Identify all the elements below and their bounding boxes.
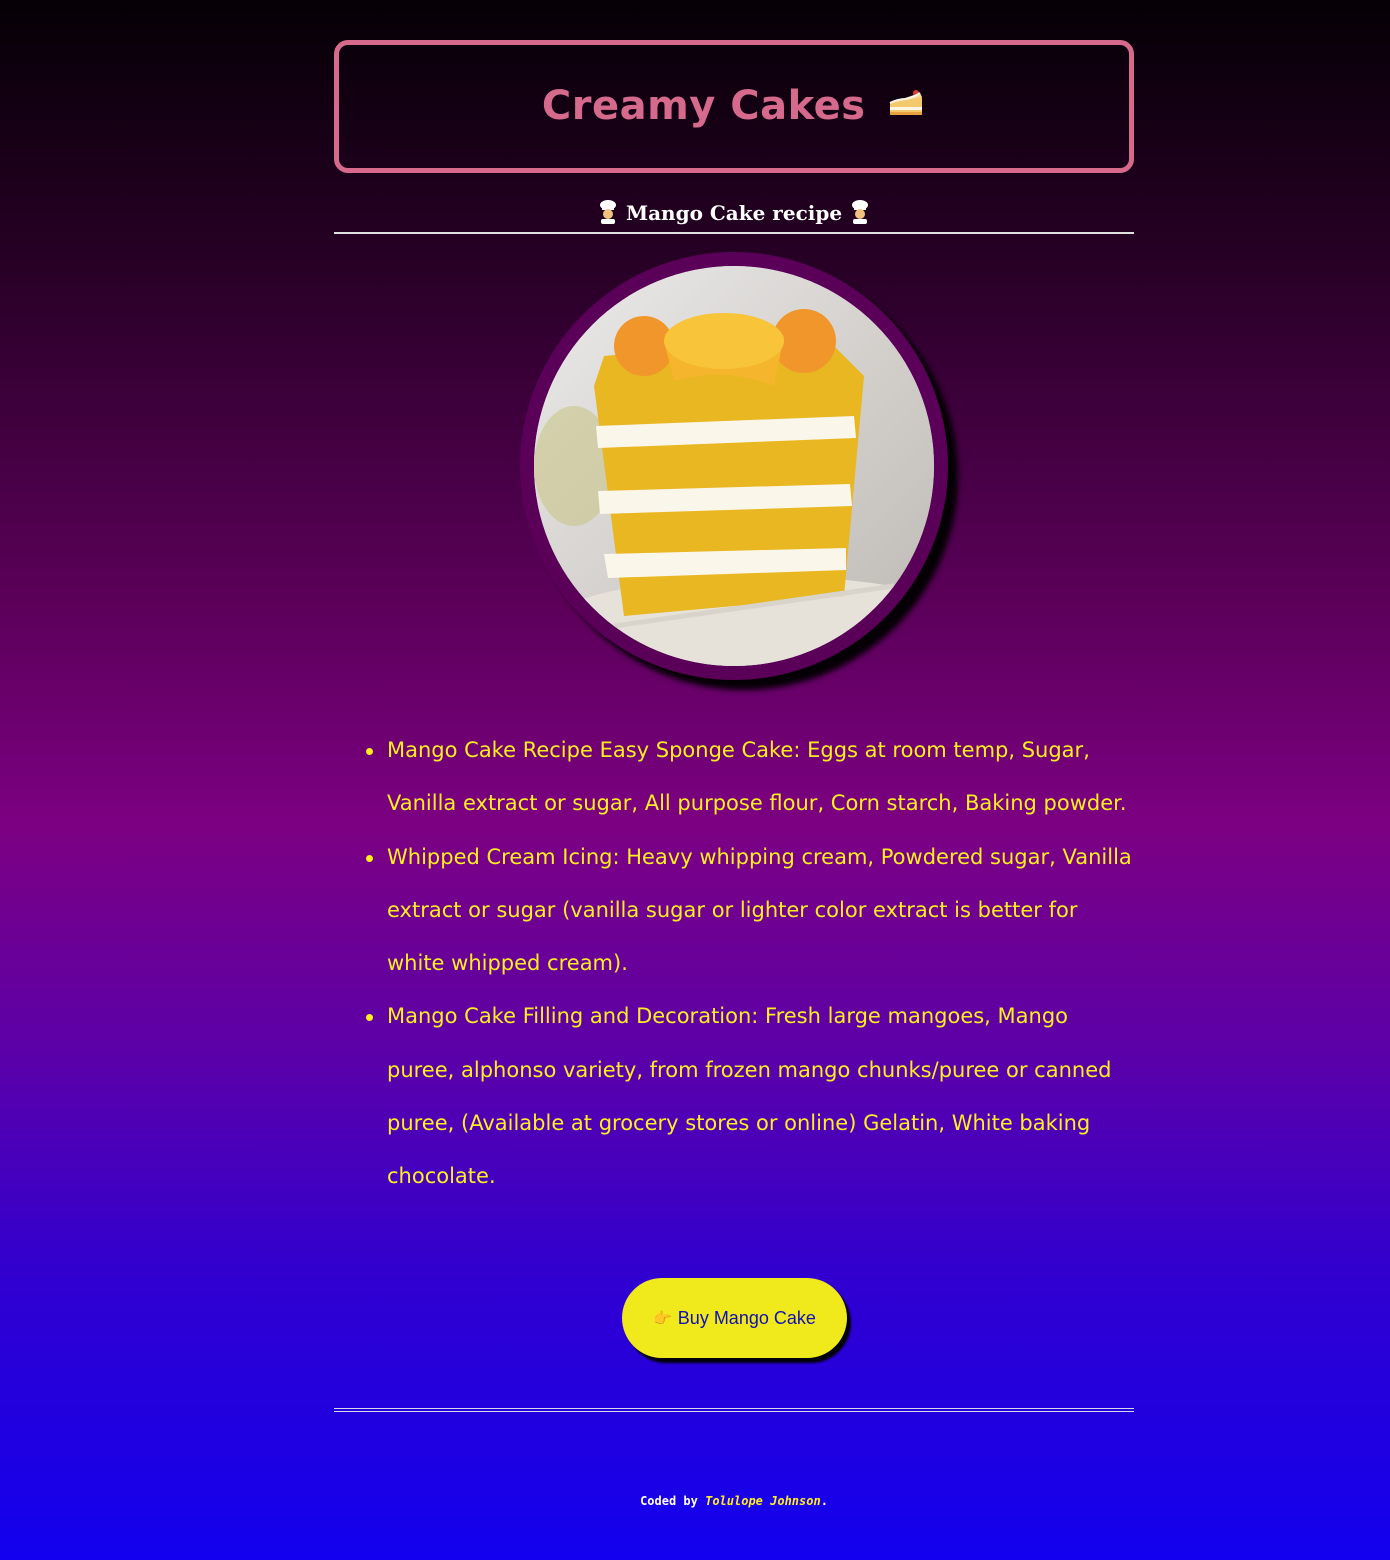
footer-credit: Coded by Tolulope Johnson. [334, 1494, 1134, 1508]
footer-suffix: . [820, 1494, 828, 1508]
mango-cake-photo [534, 266, 934, 666]
recipe-subtitle: Mango Cake recipe [334, 200, 1134, 229]
ingredients-list: Mango Cake Recipe Easy Sponge Cake: Eggs… [366, 724, 1134, 1204]
chef-icon [849, 200, 871, 229]
recipe-subtitle-text: Mango Cake recipe [625, 201, 843, 225]
buy-button-label: Buy Mango Cake [677, 1307, 816, 1328]
pointing-hand-icon: 👉 [653, 1310, 672, 1327]
cake-photo-frame [520, 252, 948, 680]
page-container: Creamy Cakes Mango Cake recipe Mango Cak… [334, 40, 1134, 1508]
cake-slice-icon [886, 85, 926, 131]
footer-divider [334, 1408, 1134, 1412]
footer-prefix: Coded by [640, 1494, 706, 1508]
brand-header: Creamy Cakes [334, 40, 1134, 173]
list-item: Mango Cake Filling and Decoration: Fresh… [366, 990, 1134, 1203]
buy-mango-cake-button[interactable]: 👉 Buy Mango Cake [622, 1278, 847, 1358]
recipe-subtitle-row: Mango Cake recipe [334, 200, 1134, 234]
list-item: Whipped Cream Icing: Heavy whipping crea… [366, 831, 1134, 991]
brand-title: Creamy Cakes [542, 83, 926, 131]
brand-title-text: Creamy Cakes [541, 82, 866, 129]
author-link[interactable]: Tolulope Johnson [705, 1494, 821, 1508]
list-item: Mango Cake Recipe Easy Sponge Cake: Eggs… [366, 724, 1134, 831]
chef-icon [597, 200, 619, 229]
